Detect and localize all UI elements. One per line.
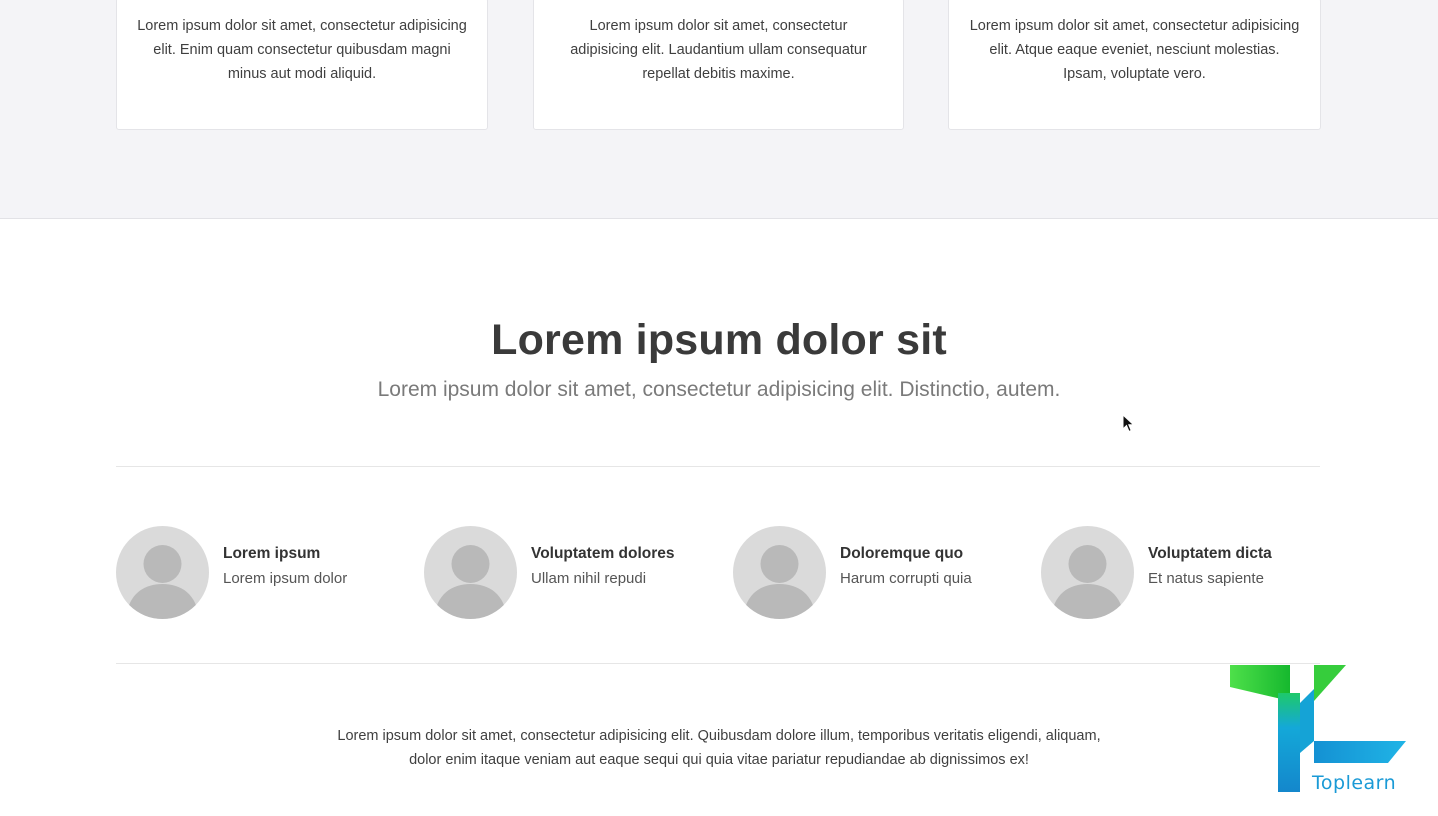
team-member-role: Lorem ipsum dolor bbox=[223, 570, 348, 587]
avatar-placeholder-icon bbox=[424, 526, 517, 619]
feature-card: Lorem ipsum dolor sit amet, consectetur … bbox=[948, 0, 1321, 130]
team-member-name: Voluptatem dolores bbox=[531, 545, 675, 562]
team-member: Doloremque quo Harum corrupti quia bbox=[733, 526, 1013, 620]
team-member-role: Harum corrupti quia bbox=[840, 570, 972, 587]
divider bbox=[116, 663, 1320, 664]
footer-line: dolor enim itaque veniam aut eaque sequi… bbox=[409, 752, 1029, 768]
team-member-role: Ullam nihil repudi bbox=[531, 570, 647, 587]
section-subtitle: Lorem ipsum dolor sit amet, consectetur … bbox=[377, 378, 1061, 401]
mouse-cursor-icon bbox=[1122, 414, 1135, 433]
footer-line: Lorem ipsum dolor sit amet, consectetur … bbox=[337, 728, 1101, 744]
section-title: Lorem ipsum dolor sit bbox=[491, 316, 947, 364]
team-section: Lorem ipsum dolor sit Lorem ipsum dolor … bbox=[0, 220, 1438, 816]
team-member-name: Doloremque quo bbox=[840, 545, 964, 562]
divider bbox=[116, 466, 1320, 467]
avatar-placeholder-icon bbox=[116, 526, 209, 619]
team-member-name: Lorem ipsum bbox=[223, 545, 321, 562]
feature-card-text: Lorem ipsum dolor sit amet, consectetur … bbox=[969, 18, 1300, 82]
team-member: Voluptatem dolores Ullam nihil repudi bbox=[424, 526, 704, 620]
features-section: Lorem ipsum dolor sit amet, consectetur … bbox=[0, 0, 1438, 219]
feature-card-text: Lorem ipsum dolor sit amet, consectetur … bbox=[570, 18, 867, 82]
feature-card-text: Lorem ipsum dolor sit amet, consectetur … bbox=[137, 18, 467, 82]
team-member: Lorem ipsum Lorem ipsum dolor bbox=[116, 526, 396, 620]
avatar-placeholder-icon bbox=[733, 526, 826, 619]
team-member: Voluptatem dicta Et natus sapiente bbox=[1041, 526, 1321, 620]
section-footer-text: Lorem ipsum dolor sit amet, consectetur … bbox=[0, 724, 1438, 772]
team-member-role: Et natus sapiente bbox=[1148, 570, 1264, 587]
feature-card: Lorem ipsum dolor sit amet, consectetur … bbox=[116, 0, 488, 130]
feature-card: Lorem ipsum dolor sit amet, consectetur … bbox=[533, 0, 904, 130]
team-member-name: Voluptatem dicta bbox=[1148, 545, 1272, 562]
avatar-placeholder-icon bbox=[1041, 526, 1134, 619]
toplearn-logo: Toplearn bbox=[1228, 663, 1410, 798]
toplearn-logo-text: Toplearn bbox=[1312, 772, 1397, 794]
